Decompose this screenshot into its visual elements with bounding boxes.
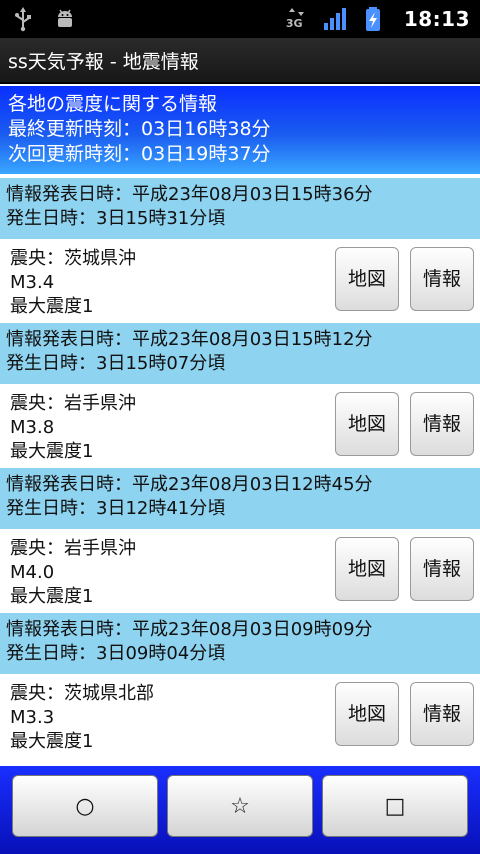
earthquake-item: 情報発表日時：平成23年08月03日09時09分 発生日時：3日09時04分頃 … bbox=[0, 613, 480, 758]
info-button[interactable]: 情報 bbox=[410, 682, 474, 746]
earthquake-list[interactable]: 情報発表日時：平成23年08月03日15時36分 発生日時：3日15時31分頃 … bbox=[0, 178, 480, 760]
info-button[interactable]: 情報 bbox=[410, 392, 474, 456]
earthquake-item-header: 情報発表日時：平成23年08月03日15時12分 発生日時：3日15時07分頃 bbox=[0, 323, 480, 384]
network-3g-icon: 3G bbox=[284, 6, 310, 32]
magnitude: M3.8 bbox=[10, 417, 55, 438]
max-intensity: 最大震度1 bbox=[10, 731, 94, 752]
announce-time: 情報発表日時：平成23年08月03日12時45分 bbox=[6, 474, 373, 495]
earthquake-item-header: 情報発表日時：平成23年08月03日12時45分 発生日時：3日12時41分頃 bbox=[0, 468, 480, 529]
map-button[interactable]: 地図 bbox=[335, 247, 399, 311]
magnitude: M3.4 bbox=[10, 272, 55, 293]
signal-icon bbox=[322, 6, 348, 32]
announce-time: 情報発表日時：平成23年08月03日15時12分 bbox=[6, 329, 373, 350]
battery-charging-icon bbox=[360, 6, 386, 32]
earthquake-item-body: 震央：岩手県沖 M4.0 最大震度1 地図 情報 bbox=[0, 529, 480, 613]
usb-icon bbox=[10, 6, 36, 32]
earthquake-item: 情報発表日時：平成23年08月03日12時45分 発生日時：3日12時41分頃 … bbox=[0, 468, 480, 613]
earthquake-item: 情報発表日時：平成23年08月03日15時36分 発生日時：3日15時31分頃 … bbox=[0, 178, 480, 323]
bottom-toolbar: ○ ☆ □ bbox=[0, 766, 480, 854]
android-debug-icon bbox=[52, 6, 78, 32]
earthquake-item-body: 震央：茨城県沖 M3.4 最大震度1 地図 情報 bbox=[0, 239, 480, 323]
announce-time: 情報発表日時：平成23年08月03日15時36分 bbox=[6, 184, 373, 205]
epicenter: 震央：岩手県沖 bbox=[10, 538, 136, 559]
map-button[interactable]: 地図 bbox=[335, 537, 399, 601]
earthquake-item-header: 情報発表日時：平成23年08月03日09時09分 発生日時：3日09時04分頃 bbox=[0, 613, 480, 674]
earthquake-item: 情報発表日時：平成23年08月03日15時12分 発生日時：3日15時07分頃 … bbox=[0, 323, 480, 468]
epicenter: 震央：茨城県北部 bbox=[10, 683, 154, 704]
announce-time: 情報発表日時：平成23年08月03日09時09分 bbox=[6, 619, 373, 640]
magnitude: M4.0 bbox=[10, 562, 55, 583]
status-clock: 18:13 bbox=[403, 7, 470, 31]
earthquake-item-body: 震央：茨城県北部 M3.3 最大震度1 地図 情報 bbox=[0, 674, 480, 758]
epicenter: 震央：岩手県沖 bbox=[10, 393, 136, 414]
max-intensity: 最大震度1 bbox=[10, 586, 94, 607]
next-update: 次回更新時刻：03日19時37分 bbox=[8, 143, 271, 165]
epicenter: 震央：茨城県沖 bbox=[10, 248, 136, 269]
magnitude: M3.3 bbox=[10, 707, 55, 728]
header-title: 各地の震度に関する情報 bbox=[8, 93, 218, 115]
max-intensity: 最大震度1 bbox=[10, 441, 94, 462]
max-intensity: 最大震度1 bbox=[10, 296, 94, 317]
occur-time: 発生日時：3日09時04分頃 bbox=[6, 643, 226, 664]
update-info-header: 各地の震度に関する情報 最終更新時刻：03日16時38分 次回更新時刻：03日1… bbox=[0, 86, 480, 174]
info-button[interactable]: 情報 bbox=[410, 247, 474, 311]
status-bar: 3G 18:13 bbox=[0, 0, 480, 38]
map-button[interactable]: 地図 bbox=[335, 682, 399, 746]
occur-time: 発生日時：3日15時07分頃 bbox=[6, 353, 226, 374]
occur-time: 発生日時：3日12時41分頃 bbox=[6, 498, 226, 519]
earthquake-item-body: 震央：岩手県沖 M3.8 最大震度1 地図 情報 bbox=[0, 384, 480, 468]
circle-button[interactable]: ○ bbox=[12, 775, 158, 837]
app-title: ss天気予報 - 地震情報 bbox=[8, 50, 199, 73]
square-button[interactable]: □ bbox=[322, 775, 468, 837]
occur-time: 発生日時：3日15時31分頃 bbox=[6, 208, 226, 229]
info-button[interactable]: 情報 bbox=[410, 537, 474, 601]
map-button[interactable]: 地図 bbox=[335, 392, 399, 456]
app-title-bar: ss天気予報 - 地震情報 bbox=[0, 38, 480, 84]
network-label: 3G bbox=[285, 17, 303, 30]
last-updated: 最終更新時刻：03日16時38分 bbox=[8, 118, 271, 140]
earthquake-item-header: 情報発表日時：平成23年08月03日15時36分 発生日時：3日15時31分頃 bbox=[0, 178, 480, 239]
star-button[interactable]: ☆ bbox=[167, 775, 313, 837]
